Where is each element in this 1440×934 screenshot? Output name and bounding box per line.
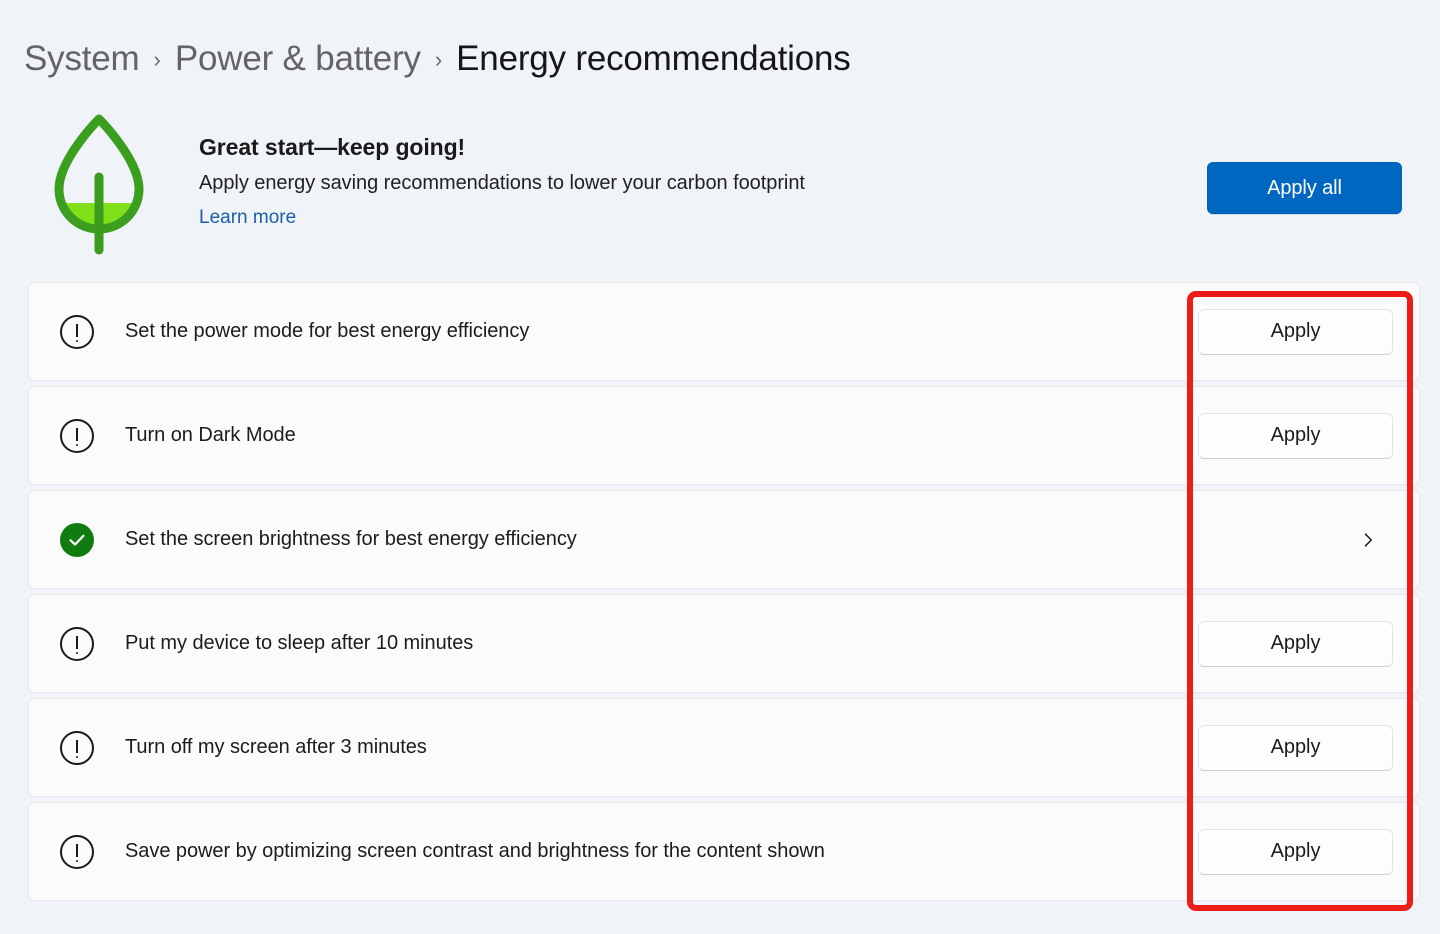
- learn-more-link[interactable]: Learn more: [199, 206, 296, 230]
- row-action: Apply: [1173, 283, 1393, 380]
- row-action: Apply: [1173, 803, 1393, 900]
- status-badge: [58, 313, 96, 351]
- recommendation-row[interactable]: Put my device to sleep after 10 minutes …: [28, 594, 1420, 693]
- warning-icon: [60, 730, 94, 765]
- apply-button[interactable]: Apply: [1198, 828, 1393, 875]
- check-circle-icon: [60, 522, 94, 557]
- warning-icon: [60, 314, 94, 349]
- row-action: [1173, 491, 1393, 588]
- page-subtitle: Apply energy saving recommendations to l…: [199, 172, 805, 194]
- recommendation-row[interactable]: Save power by optimizing screen contrast…: [28, 802, 1420, 901]
- breadcrumb-item-energy-recommendations: Energy recommendations: [456, 39, 851, 78]
- chevron-right-icon[interactable]: [1348, 520, 1388, 560]
- row-action: Apply: [1173, 699, 1393, 796]
- apply-button[interactable]: Apply: [1198, 620, 1393, 667]
- recommendation-row[interactable]: Set the power mode for best energy effic…: [28, 282, 1420, 381]
- recommendation-row[interactable]: Turn off my screen after 3 minutes Apply: [28, 698, 1420, 797]
- warning-icon: [60, 626, 94, 661]
- apply-button[interactable]: Apply: [1198, 412, 1393, 459]
- apply-all-button[interactable]: Apply all: [1207, 162, 1402, 214]
- recommendation-label: Set the screen brightness for best energ…: [125, 528, 577, 550]
- recommendation-label: Turn on Dark Mode: [125, 424, 296, 446]
- breadcrumb-item-power-and-battery[interactable]: Power & battery: [175, 39, 421, 79]
- apply-button[interactable]: Apply: [1198, 724, 1393, 771]
- energy-summary-header: Great start—keep going! Apply energy sav…: [28, 104, 1420, 262]
- recommendation-row[interactable]: Turn on Dark Mode Apply: [28, 386, 1420, 485]
- status-badge: [58, 625, 96, 663]
- recommendation-label: Put my device to sleep after 10 minutes: [125, 632, 474, 654]
- recommendation-label: Turn off my screen after 3 minutes: [125, 736, 427, 758]
- warning-icon: [60, 834, 94, 869]
- row-action: Apply: [1173, 595, 1393, 692]
- hero-text-block: Great start—keep going! Apply energy sav…: [199, 132, 805, 230]
- apply-button[interactable]: Apply: [1198, 308, 1393, 355]
- status-badge: [58, 521, 96, 559]
- row-action: Apply: [1173, 387, 1393, 484]
- status-badge: [58, 729, 96, 767]
- status-badge: [58, 417, 96, 455]
- warning-icon: [60, 418, 94, 453]
- recommendation-label: Save power by optimizing screen contrast…: [125, 840, 825, 862]
- chevron-right-icon: ›: [153, 47, 161, 72]
- chevron-right-icon: ›: [434, 47, 443, 72]
- page-title: Great start—keep going!: [199, 134, 466, 160]
- breadcrumb: System › Power & battery › Energy recomm…: [24, 30, 851, 88]
- breadcrumb-item-system[interactable]: System: [24, 39, 140, 79]
- recommendation-row[interactable]: Set the screen brightness for best energ…: [28, 490, 1420, 589]
- recommendations-list: Set the power mode for best energy effic…: [28, 282, 1420, 906]
- leaf-icon: [42, 107, 156, 257]
- status-badge: [58, 833, 96, 871]
- recommendation-label: Set the power mode for best energy effic…: [125, 320, 530, 342]
